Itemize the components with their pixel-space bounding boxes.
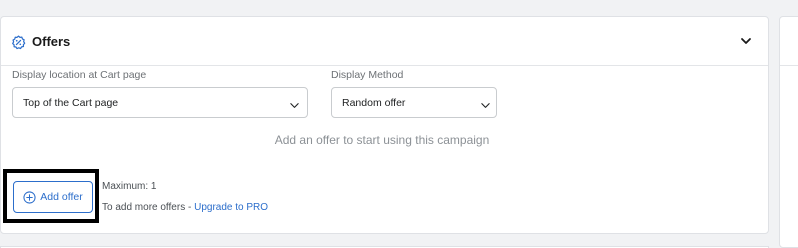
maximum-offers-text: Maximum: 1 — [102, 181, 157, 192]
offers-title: Offers — [32, 34, 71, 49]
upgrade-to-pro-link[interactable]: Upgrade to PRO — [194, 202, 268, 213]
add-offer-label: Add offer — [40, 191, 83, 203]
chevron-down-icon — [289, 98, 300, 109]
empty-state-message: Add an offer to start using this campaig… — [0, 133, 764, 147]
empty-state-text: Add an offer to start using this campaig… — [274, 133, 490, 147]
side-panel-edge — [779, 16, 798, 248]
chevron-down-icon[interactable] — [738, 33, 754, 49]
display-method-value: Random offer — [342, 97, 406, 109]
display-location-value: Top of the Cart page — [23, 97, 119, 109]
upgrade-hint-text: To add more offers - — [102, 202, 195, 213]
add-offer-button[interactable]: Add offer — [13, 181, 93, 213]
page: Offers Display location at Cart page Top… — [0, 0, 798, 248]
display-method-label: Display Method — [331, 69, 404, 81]
offers-card-header[interactable]: Offers — [1, 17, 768, 66]
display-method-select[interactable]: Random offer — [331, 87, 497, 118]
offer-badge-icon — [11, 35, 26, 50]
chevron-down-icon — [480, 98, 491, 109]
upgrade-hint: To add more offers - Upgrade to PRO — [102, 202, 268, 213]
display-location-select[interactable]: Top of the Cart page — [12, 87, 308, 118]
plus-circle-icon — [23, 190, 36, 204]
display-location-label: Display location at Cart page — [12, 69, 147, 81]
divider — [780, 65, 798, 66]
